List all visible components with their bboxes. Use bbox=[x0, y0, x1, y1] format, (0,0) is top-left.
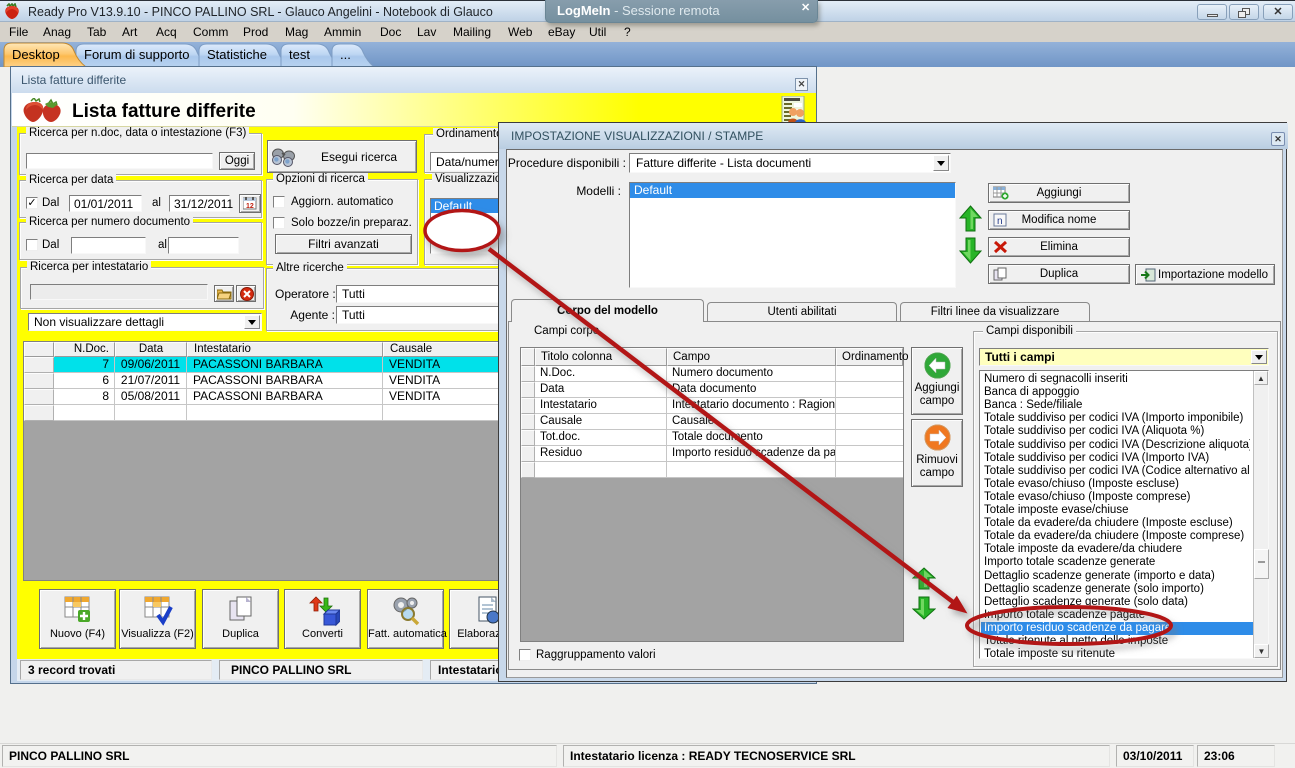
svg-text:test: test bbox=[289, 47, 310, 62]
svg-text:...: ... bbox=[340, 47, 351, 62]
svg-text:Forum di supporto: Forum di supporto bbox=[84, 47, 190, 62]
svg-text:n: n bbox=[997, 216, 1003, 227]
svg-text:Desktop: Desktop bbox=[12, 47, 60, 62]
svg-text:Statistiche: Statistiche bbox=[207, 47, 267, 62]
svg-text:12: 12 bbox=[246, 203, 254, 210]
